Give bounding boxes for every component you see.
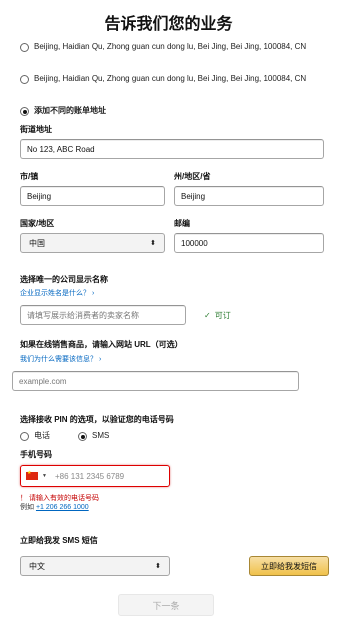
chevron-down-icon[interactable]: ▼ — [42, 473, 47, 479]
check-icon: ✓ — [204, 311, 211, 320]
company-label: 选择唯一的公司显示名称 — [20, 275, 108, 284]
company-name-input[interactable]: 请填写展示给消费者的卖家名称 — [20, 305, 186, 325]
address-option-label: 添加不同的账单地址 — [34, 106, 106, 115]
phone-example: 例如 +1 206 266 1000 — [20, 502, 89, 512]
address-option-label: Beijing, Haidian Qu, Zhong guan cun dong… — [34, 42, 307, 51]
address-option-1[interactable]: Beijing, Haidian Qu, Zhong guan cun dong… — [20, 42, 319, 52]
pin-label: 选择接收 PIN 的选项，以验证您的电话号码 — [20, 415, 174, 424]
pin-option-call[interactable]: 电话 — [20, 431, 50, 441]
city-label: 市/镇 — [20, 172, 39, 181]
postal-input[interactable]: 100000 — [174, 233, 324, 253]
radio-button[interactable] — [20, 432, 29, 441]
country-select[interactable]: 中国 ⬍ — [20, 233, 165, 253]
radio-button-selected[interactable] — [78, 432, 87, 441]
phone-input[interactable]: ▼ +86 131 2345 6789 — [20, 465, 170, 487]
language-select[interactable]: 中文 ⬍ — [20, 556, 170, 576]
pin-option-sms[interactable]: SMS — [78, 431, 109, 441]
country-label: 国家/地区 — [20, 219, 55, 228]
website-label: 如果在线销售商品，请输入网站 URL（可选） — [20, 340, 183, 349]
example-number-link[interactable]: +1 206 266 1000 — [36, 504, 89, 511]
pin-option-label: SMS — [92, 431, 110, 440]
state-label: 州/地区/省 — [174, 172, 211, 181]
page-title: 告诉我们您的业务 — [104, 16, 233, 33]
website-input[interactable]: example.com — [12, 371, 299, 391]
street-label: 街道地址 — [20, 125, 52, 134]
phone-placeholder: +86 131 2345 6789 — [54, 471, 125, 481]
address-option-add-billing[interactable]: 添加不同的账单地址 — [20, 106, 319, 116]
phone-label: 手机号码 — [20, 450, 52, 459]
next-button[interactable]: 下一条 — [118, 594, 214, 616]
company-availability: ✓ 可订 — [204, 310, 231, 321]
radio-button-selected[interactable] — [20, 107, 29, 116]
chevron-down-icon: ⬍ — [155, 563, 161, 570]
company-help-link[interactable]: 企业显示姓名是什么？ › — [20, 288, 94, 298]
street-input[interactable]: No 123, ABC Road — [20, 139, 324, 159]
radio-button[interactable] — [20, 75, 29, 84]
availability-text: 可订 — [214, 311, 231, 320]
city-input[interactable]: Beijing — [20, 186, 165, 206]
radio-button[interactable] — [20, 43, 29, 52]
chevron-down-icon: ⬍ — [150, 240, 156, 247]
website-help-link[interactable]: 我们为什么需要该信息？ › — [20, 354, 101, 364]
postal-label: 邮编 — [174, 219, 190, 228]
china-flag-icon[interactable] — [26, 470, 38, 480]
state-input[interactable]: Beijing — [174, 186, 324, 206]
address-option-label: Beijing, Haidian Qu, Zhong guan cun dong… — [34, 74, 307, 83]
business-info-page: 告诉我们您的业务 Beijing, Haidian Qu, Zhong guan… — [0, 0, 337, 623]
example-prefix: 例如 — [20, 504, 36, 511]
language-select-value: 中文 — [29, 561, 45, 571]
pin-option-label: 电话 — [34, 431, 50, 440]
address-option-2[interactable]: Beijing, Haidian Qu, Zhong guan cun dong… — [20, 74, 319, 84]
country-select-value: 中国 — [29, 238, 45, 248]
sms-label: 立即给我发 SMS 短信 — [20, 536, 98, 545]
send-sms-button[interactable]: 立即给我发短信 — [249, 556, 329, 576]
